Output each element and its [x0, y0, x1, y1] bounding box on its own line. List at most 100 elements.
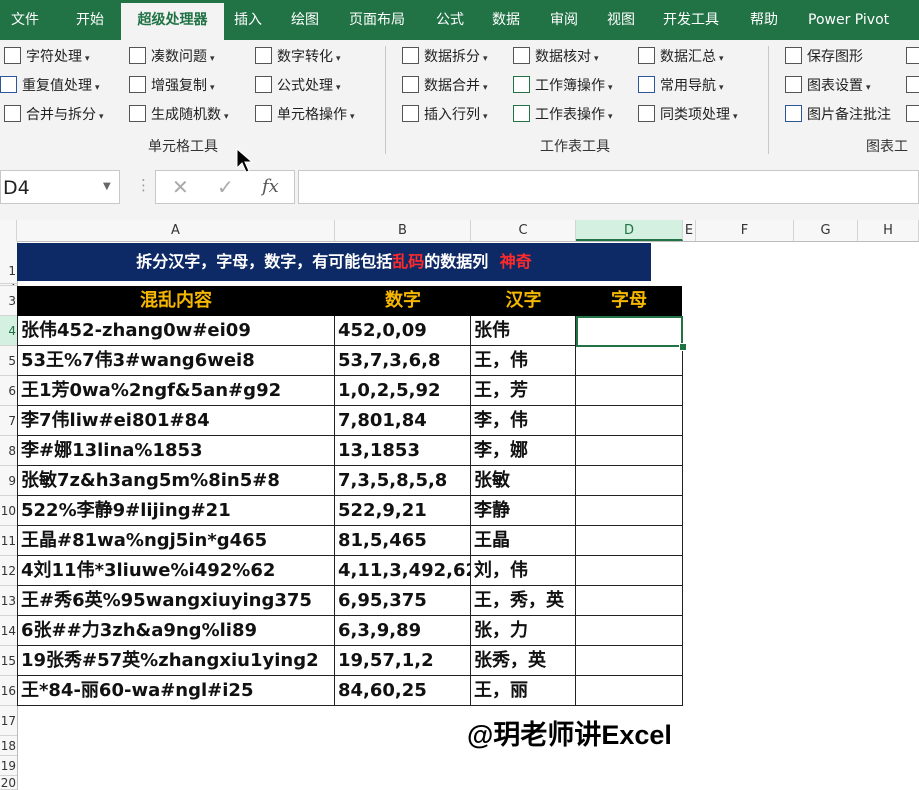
row-header-11[interactable]: 11: [0, 526, 17, 556]
fill-handle[interactable]: [679, 343, 687, 351]
tab-11[interactable]: 帮助: [750, 0, 778, 40]
table-cell[interactable]: [576, 346, 683, 376]
table-cell[interactable]: 84,60,25: [335, 676, 471, 706]
data-summary-button[interactable]: 数据汇总 ▾: [638, 46, 724, 68]
table-cell[interactable]: 522,9,21: [335, 496, 471, 526]
table-cell[interactable]: [576, 496, 683, 526]
row-header-6[interactable]: 6: [0, 376, 17, 406]
table-cell[interactable]: 53王%7伟3#wang6wei8: [17, 346, 335, 376]
table-cell[interactable]: 李静: [471, 496, 576, 526]
header-mixed-content[interactable]: 混乱内容: [17, 286, 335, 316]
column-header-H[interactable]: H: [858, 220, 919, 241]
table-cell[interactable]: 53,7,3,6,8: [335, 346, 471, 376]
formula-bar-grip-icon[interactable]: ⋮: [136, 176, 151, 194]
row-header-9[interactable]: 9: [0, 466, 17, 496]
save-shape-button[interactable]: 保存图形: [785, 46, 863, 68]
header-chinese[interactable]: 汉字: [471, 286, 576, 316]
row-header-8[interactable]: 8: [0, 436, 17, 466]
formula-input[interactable]: [298, 170, 919, 204]
table-cell[interactable]: 王晶: [471, 526, 576, 556]
table-cell[interactable]: 1,0,2,5,92: [335, 376, 471, 406]
row-header-18[interactable]: 18: [0, 736, 17, 756]
tab-10[interactable]: 开发工具: [663, 0, 719, 40]
table-cell[interactable]: 张敏7z&h3ang5m%8in5#8: [17, 466, 335, 496]
number-convert-button[interactable]: 数字转化 ▾: [255, 46, 341, 68]
row-header-3[interactable]: 3: [0, 286, 17, 316]
row-header-16[interactable]: 16: [0, 676, 17, 706]
tab-9[interactable]: 视图: [607, 0, 635, 40]
table-cell[interactable]: [576, 676, 683, 706]
row-header-4[interactable]: 4: [0, 316, 17, 346]
tab-12[interactable]: Power Pivot: [808, 0, 889, 40]
tab-7[interactable]: 数据: [492, 0, 520, 40]
same-item-button[interactable]: 同类项处理 ▾: [638, 104, 738, 126]
table-cell[interactable]: 张，力: [471, 616, 576, 646]
tab-8[interactable]: 审阅: [550, 0, 578, 40]
table-cell[interactable]: 19,57,1,2: [335, 646, 471, 676]
name-box-dropdown-icon[interactable]: ▼: [103, 172, 111, 202]
insert-function-icon[interactable]: fx: [262, 171, 279, 203]
table-cell[interactable]: 李，伟: [471, 406, 576, 436]
table-cell[interactable]: 王，丽: [471, 676, 576, 706]
column-header-G[interactable]: G: [794, 220, 858, 241]
table-cell[interactable]: 6,3,9,89: [335, 616, 471, 646]
select-all-corner[interactable]: [0, 220, 17, 241]
column-header-E[interactable]: E: [683, 220, 696, 241]
data-check-button[interactable]: 数据核对 ▾: [513, 46, 599, 68]
table-cell[interactable]: 李7伟liw#ei801#84: [17, 406, 335, 436]
table-cell[interactable]: 7,3,5,8,5,8: [335, 466, 471, 496]
table-cell[interactable]: [576, 616, 683, 646]
more-button-2[interactable]: [906, 75, 919, 97]
random-number-button[interactable]: 生成随机数 ▾: [129, 104, 229, 126]
tab-3[interactable]: 插入: [234, 0, 262, 40]
more-button-1[interactable]: [906, 46, 919, 68]
row-header-7[interactable]: 7: [0, 406, 17, 436]
row-header-5[interactable]: 5: [0, 346, 17, 376]
table-cell[interactable]: [576, 646, 683, 676]
table-cell[interactable]: 刘，伟: [471, 556, 576, 586]
table-cell[interactable]: 7,801,84: [335, 406, 471, 436]
header-numbers[interactable]: 数字: [335, 286, 471, 316]
table-cell[interactable]: 王，秀，英: [471, 586, 576, 616]
chart-settings-button[interactable]: 图表设置 ▾: [785, 75, 871, 97]
enter-icon[interactable]: ✓: [217, 171, 234, 203]
char-process-button[interactable]: 字符处理 ▾: [4, 46, 90, 68]
table-cell[interactable]: [576, 556, 683, 586]
column-header-D[interactable]: D: [576, 220, 683, 241]
row-header-15[interactable]: 15: [0, 646, 17, 676]
make-up-number-button[interactable]: 凑数问题 ▾: [129, 46, 215, 68]
table-cell[interactable]: 6,95,375: [335, 586, 471, 616]
table-cell[interactable]: [576, 406, 683, 436]
table-cell[interactable]: 张伟: [471, 316, 576, 346]
table-cell[interactable]: 王1芳0wa%2ngf&5an#g92: [17, 376, 335, 406]
table-cell[interactable]: [576, 526, 683, 556]
table-cell[interactable]: [576, 436, 683, 466]
column-header-C[interactable]: C: [471, 220, 576, 241]
enhanced-copy-button[interactable]: 增强复制 ▾: [129, 75, 215, 97]
table-cell[interactable]: 张伟452-zhang0w#ei09: [17, 316, 335, 346]
data-split-button[interactable]: 数据拆分 ▾: [402, 46, 488, 68]
name-box[interactable]: D4: [0, 170, 120, 204]
column-header-F[interactable]: F: [696, 220, 794, 241]
header-letters[interactable]: 字母: [576, 286, 682, 316]
row-header-13[interactable]: 13: [0, 586, 17, 616]
selected-cell[interactable]: [576, 316, 683, 347]
table-cell[interactable]: 6张##力3zh&a9ng%li89: [17, 616, 335, 646]
merge-split-button[interactable]: 合并与拆分 ▾: [4, 104, 104, 126]
table-cell[interactable]: 13,1853: [335, 436, 471, 466]
row-header-1[interactable]: 1: [0, 241, 17, 284]
duplicate-process-button[interactable]: 重复值处理 ▾: [0, 75, 100, 97]
data-merge-button[interactable]: 数据合并 ▾: [402, 75, 488, 97]
workbook-operation-button[interactable]: 工作簿操作 ▾: [513, 75, 613, 97]
table-cell[interactable]: [576, 376, 683, 406]
table-cell[interactable]: [576, 466, 683, 496]
table-cell[interactable]: 4刘11伟*3liuwe%i492%62: [17, 556, 335, 586]
tab-2[interactable]: 超级处理器: [121, 3, 224, 40]
table-cell[interactable]: 李，娜: [471, 436, 576, 466]
table-cell[interactable]: 王晶#81wa%ngj5in*g465: [17, 526, 335, 556]
table-cell[interactable]: 张秀，英: [471, 646, 576, 676]
row-header-19[interactable]: 19: [0, 756, 17, 776]
row-header-12[interactable]: 12: [0, 556, 17, 586]
table-cell[interactable]: 王，芳: [471, 376, 576, 406]
tab-6[interactable]: 公式: [436, 0, 464, 40]
